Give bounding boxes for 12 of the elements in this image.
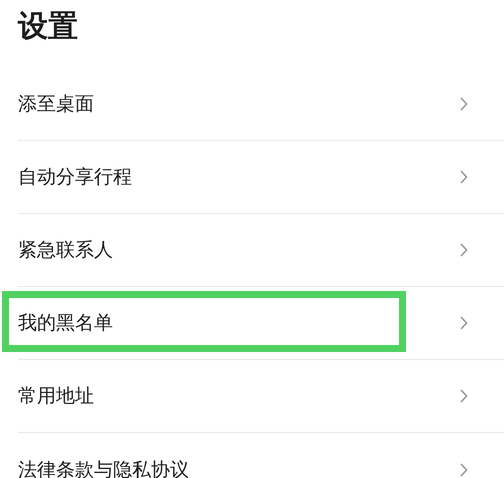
chevron-right-icon	[460, 170, 468, 184]
chevron-right-icon	[460, 97, 468, 111]
chevron-right-icon	[460, 462, 468, 476]
settings-row[interactable]: 添至桌面	[18, 68, 504, 141]
settings-row[interactable]: 自动分享行程	[18, 141, 504, 214]
chevron-right-icon	[460, 389, 468, 403]
settings-row[interactable]: 我的黑名单	[18, 287, 504, 360]
chevron-right-icon	[460, 316, 468, 330]
settings-row[interactable]: 常用地址	[18, 360, 504, 433]
settings-row[interactable]: 紧急联系人	[18, 214, 504, 287]
page-title: 设置	[16, 8, 79, 46]
chevron-right-icon	[460, 243, 468, 257]
